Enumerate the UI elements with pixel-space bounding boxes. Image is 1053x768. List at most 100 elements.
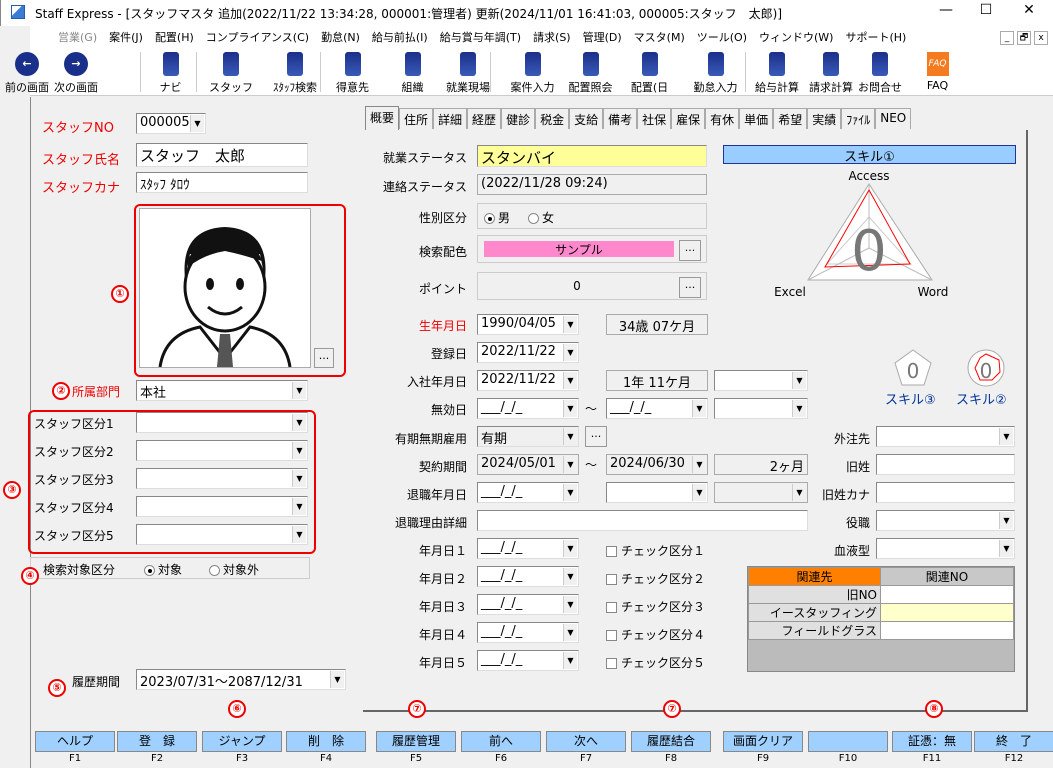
menu-item[interactable]: 給与前払(I) <box>366 29 434 45</box>
toolbar-button-3[interactable]: ナビ <box>148 48 193 94</box>
invalid-date-from[interactable]: ___/_/_ ▼ <box>477 398 579 419</box>
retire-date-select[interactable]: ___/_/_ ▼ <box>477 482 579 503</box>
category-select-3[interactable]: ▼ <box>136 468 308 489</box>
related-row-value[interactable] <box>880 603 1014 622</box>
join-date-select[interactable]: 2022/11/22 ▼ <box>477 370 579 391</box>
photo-browse-button[interactable]: ... <box>314 348 334 368</box>
work-status-field[interactable]: スタンバイ <box>477 145 707 167</box>
maximize-button[interactable]: ☐ <box>966 2 1006 22</box>
custom-date-select-2[interactable]: ___/_/_ ▼ <box>477 566 579 587</box>
tab-15[interactable]: ﾌｧｲﾙ <box>841 108 876 129</box>
custom-date-select-1[interactable]: ___/_/_ ▼ <box>477 538 579 559</box>
gender-male-radio[interactable]: 男 <box>484 211 510 225</box>
skill2-mini-chart[interactable]: 0 <box>966 348 1006 388</box>
gender-female-radio[interactable]: 女 <box>528 211 554 225</box>
staff-name-input[interactable]: スタッフ 太郎 <box>136 143 308 167</box>
skill3-link[interactable]: スキル③ <box>885 389 936 408</box>
menu-item[interactable]: ウィンドウ(W) <box>753 29 839 45</box>
skill2-link[interactable]: スキル② <box>956 389 1007 408</box>
tab-11[interactable]: 有休 <box>705 108 740 129</box>
toolbar-button-4[interactable]: スタッフ <box>206 48 256 94</box>
staff-no-select[interactable]: 000005 ▼ <box>136 113 206 134</box>
menu-item[interactable]: 配置(H) <box>149 29 200 45</box>
old-name-input[interactable] <box>876 454 1015 475</box>
function-key-f8[interactable]: 履歴結合 <box>631 731 711 752</box>
birth-date-select[interactable]: 1990/04/05 ▼ <box>477 314 579 335</box>
function-key-f10[interactable] <box>808 731 888 752</box>
function-key-f4[interactable]: 削 除 <box>286 731 366 752</box>
toolbar-button-14[interactable]: 請求計算 <box>806 48 856 94</box>
tab-12[interactable]: 単価 <box>739 108 774 129</box>
tab-4[interactable]: 経歴 <box>467 108 502 129</box>
mdi-button[interactable]: _ <box>1000 31 1014 45</box>
retire-reason-select[interactable]: ▼ <box>606 482 708 503</box>
custom-date-select-5[interactable]: ___/_/_ ▼ <box>477 650 579 671</box>
tab-16[interactable]: NEO <box>875 108 912 129</box>
menu-item[interactable]: コンプライアンス(C) <box>200 29 315 45</box>
custom-date-select-4[interactable]: ___/_/_ ▼ <box>477 622 579 643</box>
menu-item[interactable]: ツール(O) <box>691 29 753 45</box>
tab-13[interactable]: 希望 <box>773 108 808 129</box>
tab-5[interactable]: 健診 <box>501 108 536 129</box>
registration-date-select[interactable]: 2022/11/22 ▼ <box>477 342 579 363</box>
function-key-f9[interactable]: 画面クリア <box>723 731 803 752</box>
toolbar-button-12[interactable]: 勤怠入力 <box>688 48 743 94</box>
menu-item[interactable]: 請求(S) <box>527 29 577 45</box>
toolbar-button-15[interactable]: お問合せ <box>855 48 905 94</box>
category-select-5[interactable]: ▼ <box>136 524 308 545</box>
contract-to-select[interactable]: 2024/06/30 ▼ <box>606 454 708 475</box>
check-category-4[interactable]: チェック区分４ <box>606 626 705 643</box>
tab-9[interactable]: 社保 <box>637 108 672 129</box>
function-key-f5[interactable]: 履歴管理 <box>376 731 456 752</box>
menu-item[interactable]: 案件(J) <box>103 29 149 45</box>
function-key-f1[interactable]: ヘルプ <box>35 731 115 752</box>
check-category-5[interactable]: チェック区分５ <box>606 654 705 671</box>
skill3-mini-chart[interactable]: 0 <box>893 348 933 388</box>
tab-10[interactable]: 雇保 <box>671 108 706 129</box>
check-category-3[interactable]: チェック区分３ <box>606 598 705 615</box>
function-key-f3[interactable]: ジャンプ <box>202 731 282 752</box>
toolbar-button-11[interactable]: 配置(日 <box>622 48 677 94</box>
retire-reason-detail-input[interactable] <box>477 510 808 531</box>
function-key-f12[interactable]: 終 了 <box>974 731 1053 752</box>
toolbar-button-7[interactable]: 組織 <box>390 48 435 94</box>
blood-type-select[interactable]: ▼ <box>876 538 1015 559</box>
category-select-2[interactable]: ▼ <box>136 440 308 461</box>
function-key-f6[interactable]: 前へ <box>461 731 541 752</box>
point-edit-button[interactable]: ... <box>679 277 701 298</box>
position-select[interactable]: ▼ <box>876 510 1015 531</box>
staff-kana-input[interactable]: ｽﾀｯﾌ ﾀﾛｳ <box>136 172 308 193</box>
mdi-button[interactable]: x <box>1034 31 1048 45</box>
category-select-1[interactable]: ▼ <box>136 412 308 433</box>
join-extra-select[interactable]: ▼ <box>714 370 808 391</box>
function-key-f11[interactable]: 証憑：無 <box>892 731 972 752</box>
tab-6[interactable]: 税金 <box>535 108 570 129</box>
contract-from-select[interactable]: 2024/05/01 ▼ <box>477 454 579 475</box>
minimize-button[interactable]: — <box>926 2 966 22</box>
toolbar-button-6[interactable]: 得意先 <box>330 48 375 94</box>
close-button[interactable]: ✕ <box>1009 2 1049 22</box>
toolbar-button-1[interactable]: ← 前の画面 <box>2 48 52 94</box>
toolbar-button-5[interactable]: ｽﾀｯﾌ検索 <box>265 48 325 94</box>
tab-14[interactable]: 実績 <box>807 108 842 129</box>
menu-item[interactable]: 管理(D) <box>577 29 628 45</box>
invalid-extra-select[interactable]: ▼ <box>714 398 808 419</box>
dept-select[interactable]: 本社 ▼ <box>136 380 308 401</box>
history-select[interactable]: 2023/07/31～2087/12/31 ▼ <box>136 669 346 690</box>
tab-1[interactable]: 概要 <box>365 106 400 130</box>
search-target-radio-off[interactable]: 対象外 <box>209 561 259 578</box>
tab-3[interactable]: 詳細 <box>433 108 468 129</box>
related-row-value[interactable] <box>880 585 1014 604</box>
custom-date-select-3[interactable]: ___/_/_ ▼ <box>477 594 579 615</box>
menu-item[interactable]: サポート(H) <box>839 29 912 45</box>
menu-item[interactable]: 給与賞与年調(T) <box>434 29 527 45</box>
menu-item[interactable]: 営業(G) <box>52 29 103 45</box>
function-key-f2[interactable]: 登 録 <box>117 731 197 752</box>
term-detail-button[interactable]: ... <box>585 426 607 447</box>
staff-photo[interactable] <box>139 208 311 368</box>
toolbar-button-9[interactable]: 案件入力 <box>505 48 560 94</box>
tab-2[interactable]: 住所 <box>399 108 434 129</box>
tab-7[interactable]: 支給 <box>569 108 604 129</box>
search-target-radio-on[interactable]: 対象 <box>144 561 182 578</box>
check-category-1[interactable]: チェック区分１ <box>606 542 705 559</box>
